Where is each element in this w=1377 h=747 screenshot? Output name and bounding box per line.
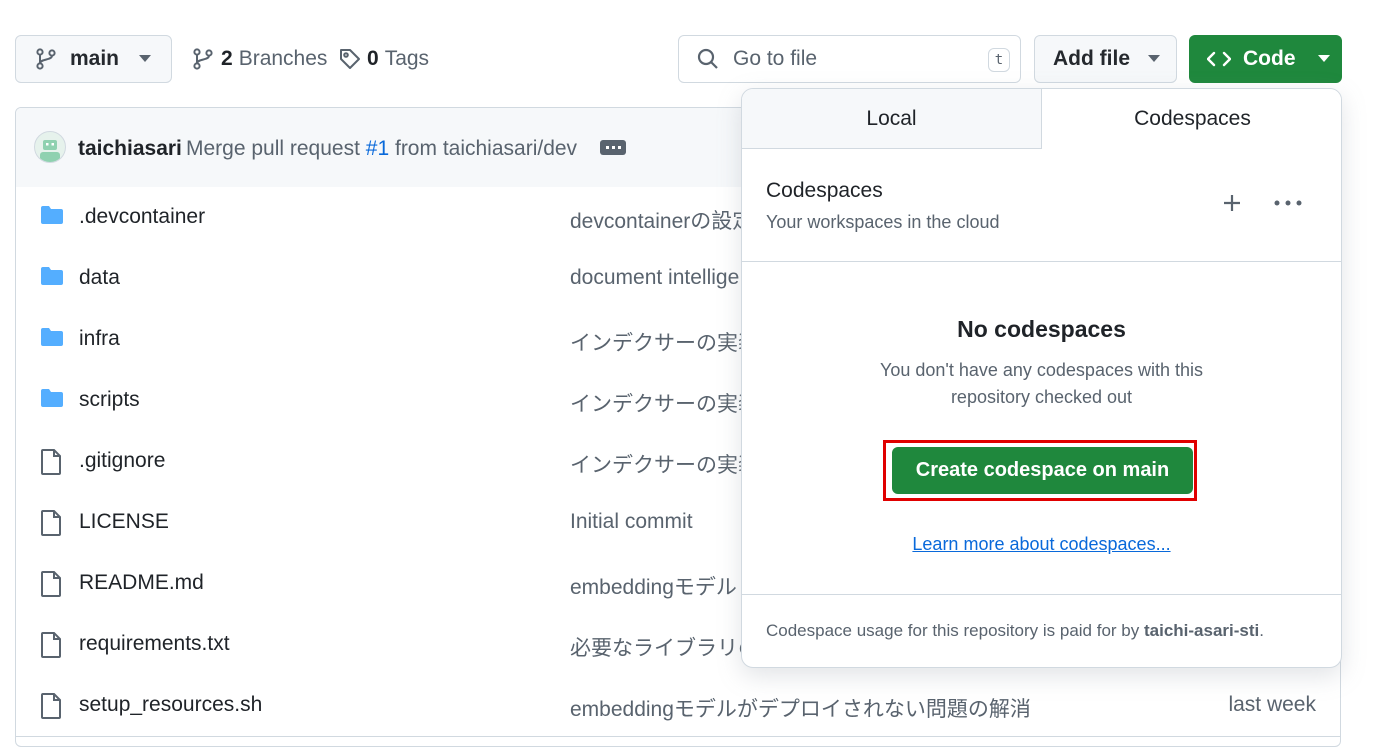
codespaces-header: Codespaces Your workspaces in the cloud <box>742 149 1341 262</box>
kebab-horizontal-icon[interactable] <box>1274 200 1302 206</box>
git-branch-icon <box>36 48 56 70</box>
tags-link[interactable]: 0 Tags <box>339 47 429 71</box>
learn-more-link[interactable]: Learn more about codespaces... <box>742 534 1341 555</box>
plus-icon[interactable] <box>1222 193 1242 213</box>
folder-icon <box>40 388 64 408</box>
panel-footer: Codespace usage for this repository is p… <box>766 621 1264 641</box>
add-file-label: Add file <box>1053 47 1130 70</box>
file-icon <box>40 449 62 475</box>
shortcut-key-badge: t <box>988 48 1010 72</box>
footer-owner[interactable]: taichi-asari-sti <box>1144 621 1259 640</box>
table-row[interactable]: setup_resources.sh embeddingモデルがデプロイされない問… <box>16 675 1340 737</box>
file-name[interactable]: .devcontainer <box>79 205 205 229</box>
chevron-down-icon <box>1148 55 1160 63</box>
empty-description-line1: You don't have any codespaces with this <box>880 360 1203 380</box>
file-name[interactable]: README.md <box>79 571 204 595</box>
avatar[interactable] <box>34 131 66 163</box>
file-icon <box>40 632 62 658</box>
chevron-down-icon <box>139 55 152 63</box>
tag-icon <box>339 48 361 70</box>
search-icon <box>697 48 719 70</box>
chevron-down-icon <box>1317 55 1330 63</box>
footer-suffix: . <box>1259 621 1264 640</box>
commit-message-suffix: from taichiasari/dev <box>394 137 578 160</box>
git-branch-icon <box>193 48 213 70</box>
file-name[interactable]: setup_resources.sh <box>79 693 262 717</box>
ellipsis-expand-icon[interactable] <box>600 140 626 155</box>
empty-description-line2: repository checked out <box>950 387 1133 407</box>
file-commit-message[interactable]: Initial commit <box>570 510 693 534</box>
file-icon <box>40 571 62 597</box>
tab-local[interactable]: Local <box>742 89 1042 149</box>
tags-count: 0 <box>367 47 379 70</box>
commit-message[interactable]: Merge pull request #1 from taichiasari/d… <box>186 137 577 161</box>
pull-request-link[interactable]: #1 <box>366 137 389 160</box>
empty-state: No codespaces You don't have any codespa… <box>742 262 1341 595</box>
file-name[interactable]: data <box>79 266 120 290</box>
folder-icon <box>40 266 64 286</box>
section-subtitle: Your workspaces in the cloud <box>766 212 1000 232</box>
file-commit-message[interactable]: devcontainerの設定 <box>570 205 753 235</box>
folder-icon <box>40 205 64 225</box>
go-to-file-search[interactable]: Go to file t <box>678 35 1021 83</box>
section-title: Codespaces <box>766 179 883 202</box>
file-commit-message[interactable]: インデクサーの実装 <box>570 388 759 418</box>
create-codespace-button[interactable]: Create codespace on main <box>892 447 1193 494</box>
code-icon <box>1207 50 1231 68</box>
file-icon <box>40 693 62 719</box>
empty-title: No codespaces <box>957 316 1126 342</box>
folder-icon <box>40 327 64 347</box>
file-icon <box>40 510 62 536</box>
file-commit-message[interactable]: embeddingモデルがデプロイされない問題の解消 <box>570 693 1031 723</box>
branch-name: main <box>70 47 120 70</box>
code-button[interactable]: Code <box>1189 35 1342 83</box>
commit-author[interactable]: taichiasari <box>78 137 182 161</box>
file-name[interactable]: requirements.txt <box>79 632 230 656</box>
file-commit-message[interactable]: embeddingモデル <box>570 571 737 601</box>
tab-codespaces-label: Codespaces <box>1134 107 1251 130</box>
file-name[interactable]: scripts <box>79 388 140 412</box>
code-dropdown-panel: Local Codespaces Codespaces Your workspa… <box>741 88 1342 668</box>
branches-link[interactable]: 2 Branches <box>193 47 327 71</box>
branches-label: Branches <box>238 47 328 70</box>
tab-local-label: Local <box>866 106 917 130</box>
footer-text: Codespace usage for this repository is p… <box>766 621 1140 640</box>
file-commit-message[interactable]: インデクサーの実装 <box>570 327 759 357</box>
branch-selector-button[interactable]: main <box>15 35 172 83</box>
file-name[interactable]: infra <box>79 327 120 351</box>
file-name[interactable]: .gitignore <box>79 449 165 473</box>
commit-message-prefix: Merge pull request <box>186 137 360 160</box>
file-commit-message[interactable]: インデクサーの実装 <box>570 449 759 479</box>
file-commit-message[interactable]: document intellige <box>570 266 739 290</box>
file-commit-time: last week <box>1228 693 1316 716</box>
file-name[interactable]: LICENSE <box>79 510 169 534</box>
search-placeholder: Go to file <box>733 47 818 70</box>
tab-codespaces[interactable]: Codespaces <box>1042 89 1341 149</box>
file-commit-message[interactable]: 必要なライブラリの <box>570 632 759 662</box>
add-file-button[interactable]: Add file <box>1034 35 1177 83</box>
tags-label: Tags <box>384 47 430 70</box>
branches-count: 2 <box>221 47 233 70</box>
code-label: Code <box>1243 47 1296 70</box>
